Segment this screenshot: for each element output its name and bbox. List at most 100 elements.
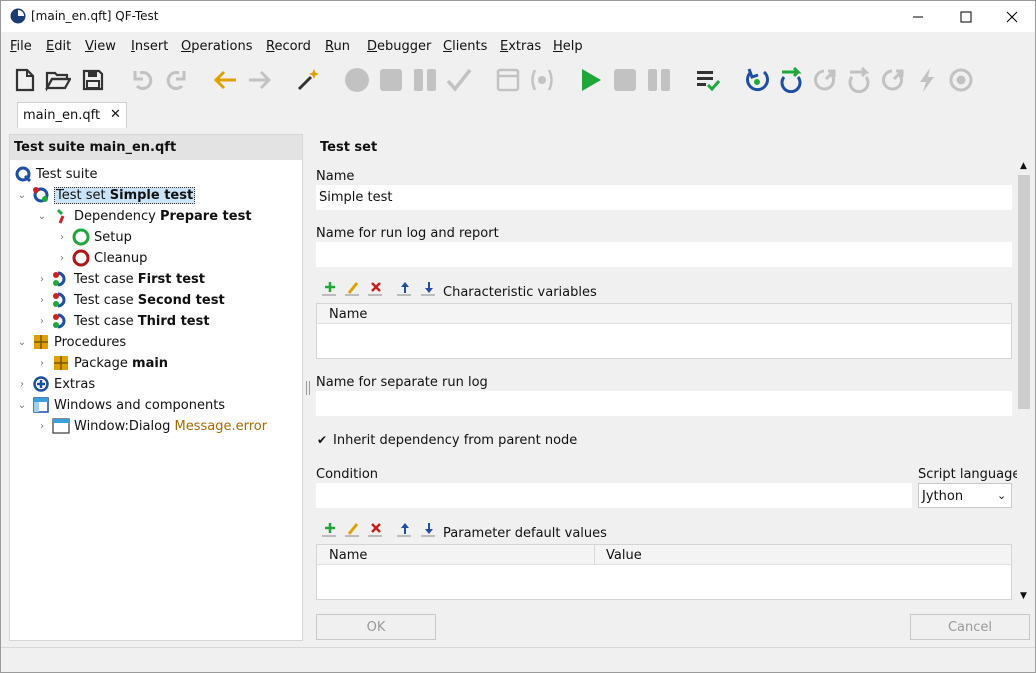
collapse-chevron-icon[interactable]: ⌄ [16,189,28,201]
record-button[interactable] [342,65,372,95]
exception-button[interactable] [912,65,942,95]
cancel-button[interactable]: Cancel [910,614,1030,640]
tab-close-icon[interactable]: ✕ [110,107,121,122]
tree-node-test-case-first[interactable]: Test case First test [52,269,205,289]
step-in-button[interactable] [742,65,772,95]
check-button[interactable] [444,65,474,95]
tree-node-dependency[interactable]: Dependency Prepare test [52,206,252,226]
delete-param-button[interactable] [367,521,383,537]
tree-node-test-suite[interactable]: Test suite [14,164,97,184]
menu-clients[interactable]: Clients [443,39,487,54]
menu-file[interactable]: File [10,39,32,54]
column-header-value[interactable]: Value [606,548,642,563]
collapse-chevron-icon[interactable]: ⌄ [16,336,28,348]
scroll-down-icon[interactable]: ▼ [1020,591,1027,601]
runlog-field[interactable] [316,242,1012,267]
open-button[interactable] [43,65,73,95]
edit-param-button[interactable] [344,521,360,537]
script-language-select[interactable]: Jython ⌄ [918,483,1012,508]
tree-node-test-set[interactable]: Test set Simple test [32,185,196,205]
condition-field[interactable] [316,483,912,508]
expand-chevron-icon[interactable]: › [36,315,48,327]
edit-row-button[interactable] [344,280,360,296]
minimize-button[interactable] [895,1,941,32]
step-over-button[interactable] [776,65,806,95]
menu-operations[interactable]: Operations [181,39,252,54]
new-file-button[interactable] [10,65,40,95]
move-param-up-button[interactable] [396,521,412,537]
node-name: Message.error [174,418,268,434]
skip-over-button[interactable] [844,65,874,95]
column-header-name[interactable]: Name [329,548,367,563]
menu-debugger[interactable]: Debugger [367,39,431,54]
script-language-label: Script language [918,467,1021,482]
expand-chevron-icon[interactable]: › [16,378,28,390]
scrollbar-thumb[interactable] [1018,175,1030,409]
tree-node-setup[interactable]: Setup [72,227,132,247]
inherit-checkbox[interactable]: ✔ [317,434,329,446]
tree-node-package-main[interactable]: Package main [52,353,168,373]
menu-help[interactable]: Help [553,39,583,54]
delete-row-button[interactable] [367,280,383,296]
stop-record-button[interactable] [376,65,406,95]
stop-button[interactable] [610,65,640,95]
play-button[interactable] [576,65,606,95]
vertical-scrollbar[interactable]: ▲ ▼ [1017,159,1031,605]
menu-edit[interactable]: Edit [46,39,71,54]
tab-main-en[interactable]: main_en.qft ✕ [17,102,127,128]
breakpoint-button[interactable] [946,65,976,95]
checklist-button[interactable] [693,65,723,95]
tree-node-cleanup[interactable]: Cleanup [72,248,147,268]
stop-record-icon [380,69,402,91]
tree-node-test-case-third[interactable]: Test case Third test [52,311,210,331]
ok-button[interactable]: OK [316,614,436,640]
expand-chevron-icon[interactable]: › [56,252,68,264]
tree-node-procedures[interactable]: Procedures [32,332,126,352]
window-button[interactable] [493,65,523,95]
maximize-button[interactable] [943,1,989,32]
pause-record-button[interactable] [410,65,440,95]
tree-node-window-dialog[interactable]: Window:Dialog Message.error [52,416,267,436]
step-out-button[interactable] [810,65,840,95]
redo-icon [166,71,186,90]
back-button[interactable] [210,65,240,95]
expand-chevron-icon[interactable]: › [36,420,48,432]
tree-node-extras[interactable]: Extras [32,374,95,394]
move-up-button[interactable] [396,280,412,296]
name-field[interactable]: Simple test [316,185,1012,210]
node-type: Test case [74,271,134,287]
collapse-chevron-icon[interactable]: ⌄ [36,210,48,222]
windows-components-icon [32,396,50,414]
params-table[interactable]: Name Value [316,544,1012,600]
save-button[interactable] [78,65,108,95]
menu-run[interactable]: Run [325,39,350,54]
expand-chevron-icon[interactable]: › [36,273,48,285]
column-header-name[interactable]: Name [329,307,367,322]
scroll-up-icon[interactable]: ▲ [1020,161,1027,171]
char-vars-table[interactable]: Name [316,303,1012,359]
tree-node-test-case-second[interactable]: Test case Second test [52,290,225,310]
menu-extras[interactable]: Extras [500,39,541,54]
tree-node-windows[interactable]: Windows and components [32,395,225,415]
close-button[interactable] [989,1,1035,32]
forward-button[interactable] [245,65,275,95]
move-param-down-button[interactable] [420,521,436,537]
redo-button[interactable] [161,65,191,95]
add-row-button[interactable] [321,280,337,296]
skip-out-button[interactable] [878,65,908,95]
expand-chevron-icon[interactable]: › [36,357,48,369]
move-down-button[interactable] [420,280,436,296]
add-param-button[interactable] [321,521,337,537]
menu-view[interactable]: View [85,39,116,54]
component-button[interactable] [527,65,557,95]
node-type: Package [74,355,128,371]
expand-chevron-icon[interactable]: › [56,231,68,243]
undo-button[interactable] [128,65,158,95]
menu-record[interactable]: Record [266,39,311,54]
pause-button[interactable] [644,65,674,95]
collapse-chevron-icon[interactable]: ⌄ [16,399,28,411]
expand-chevron-icon[interactable]: › [36,294,48,306]
separate-runlog-field[interactable] [316,391,1012,416]
menu-insert[interactable]: Insert [131,39,168,54]
magic-wand-button[interactable] [293,65,323,95]
